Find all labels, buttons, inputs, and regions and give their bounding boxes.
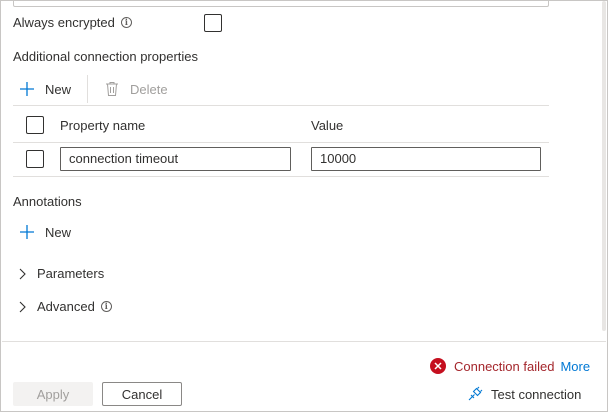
row-checkbox[interactable]: [26, 150, 44, 168]
table-row-divider: [13, 176, 549, 177]
additional-properties-title: Additional connection properties: [13, 49, 199, 64]
column-header-value: Value: [311, 118, 344, 133]
select-all-checkbox[interactable]: [26, 116, 44, 134]
plus-icon: [19, 224, 35, 240]
apply-button[interactable]: Apply: [13, 382, 93, 406]
advanced-label: Advanced: [37, 299, 95, 314]
table-top-divider: [13, 105, 549, 106]
new-annotation-button[interactable]: New: [19, 220, 71, 244]
test-connection-label: Test connection: [491, 386, 582, 402]
always-encrypted-label: Always encrypted: [13, 15, 115, 30]
more-link[interactable]: More: [560, 359, 590, 374]
info-icon[interactable]: i: [120, 17, 132, 28]
scrollbar[interactable]: [600, 1, 606, 339]
parameters-expander[interactable]: Parameters: [17, 266, 104, 281]
connection-status: Connection failed More: [430, 358, 590, 374]
info-icon[interactable]: i: [100, 301, 112, 312]
plus-icon: [19, 81, 35, 97]
property-name-input[interactable]: connection timeout: [60, 147, 291, 171]
new-annotation-label: New: [45, 224, 72, 240]
always-encrypted-checkbox[interactable]: [204, 14, 222, 32]
delete-property-label: Delete: [130, 81, 168, 97]
always-encrypted-row: Always encrypted i: [13, 15, 132, 30]
trash-icon: [104, 81, 120, 97]
chevron-right-icon: [17, 300, 27, 314]
toolbar-divider: [87, 75, 89, 103]
parameters-label: Parameters: [37, 266, 105, 281]
error-icon: [430, 358, 446, 374]
footer-divider: [2, 341, 606, 342]
annotations-title: Annotations: [13, 194, 82, 209]
new-property-button[interactable]: New: [19, 77, 71, 101]
advanced-expander[interactable]: Advanced i: [17, 299, 112, 314]
properties-toolbar: New Delete: [19, 75, 168, 103]
test-connection-button[interactable]: Test connection: [467, 382, 581, 406]
column-header-property-name: Property name: [60, 118, 146, 133]
plug-icon: [467, 386, 483, 402]
panel-frame: Always encrypted i Additional connection…: [0, 0, 608, 412]
cancel-button[interactable]: Cancel: [102, 382, 182, 406]
connection-failed-text: Connection failed: [454, 358, 555, 374]
property-value-input[interactable]: 10000: [311, 147, 541, 171]
chevron-right-icon: [17, 267, 27, 281]
table-header-divider: [13, 142, 549, 143]
new-property-label: New: [45, 81, 72, 97]
previous-field-edge: [13, 0, 549, 7]
delete-property-button[interactable]: Delete: [104, 77, 168, 101]
scrollbar-thumb[interactable]: [602, 1, 606, 331]
